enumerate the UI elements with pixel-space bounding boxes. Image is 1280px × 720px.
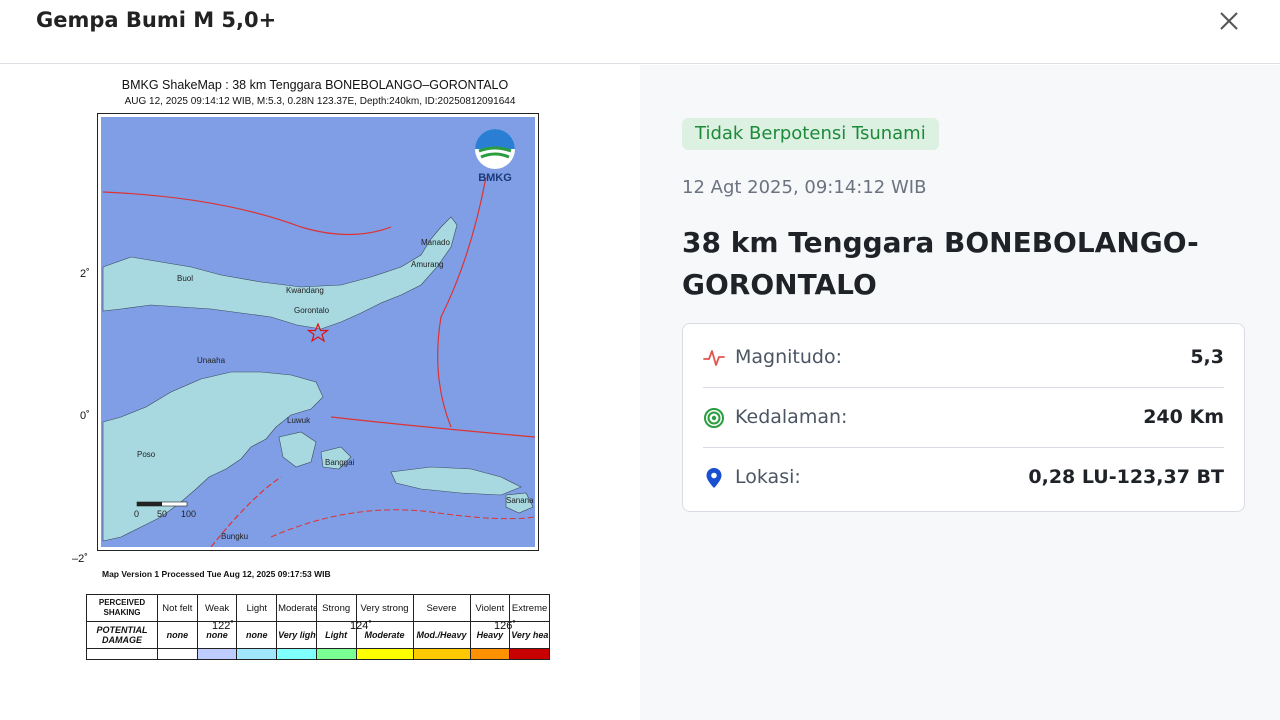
legend-shaking-cell: Not felt — [157, 594, 198, 622]
legend-damage-cell: Light — [315, 621, 357, 649]
location-label: Lokasi: — [735, 466, 801, 488]
place-label-bungku: Bungku — [221, 532, 248, 541]
legend-shaking-cell: Strong — [315, 594, 357, 622]
place-label-buol: Buol — [177, 274, 193, 283]
event-datetime: 12 Agt 2025, 09:14:12 WIB — [682, 177, 927, 198]
legend-color-swatch — [412, 648, 471, 660]
place-label-gorontalo: Gorontalo — [294, 306, 330, 315]
legend-damage-cell: Very light — [276, 621, 317, 649]
shakemap-image: Buol Kwandang Gorontalo Manado Amurang U… — [97, 113, 539, 551]
location-value: 0,28 LU-123,37 BT — [1028, 466, 1224, 488]
close-button[interactable] — [1214, 6, 1244, 36]
legend-color-swatch — [315, 648, 357, 660]
place-label-luwuk: Luwuk — [287, 416, 311, 425]
intensity-legend: PERCEIVED SHAKING Not felt Weak Light Mo… — [86, 594, 550, 660]
place-label-manado: Manado — [421, 238, 450, 247]
legend-color-row — [86, 648, 550, 660]
detail-row-magnitude: Magnitudo: 5,3 — [703, 327, 1224, 388]
place-label-unaaha: Unaaha — [197, 356, 226, 365]
shakemap-map: Buol Kwandang Gorontalo Manado Amurang U… — [101, 117, 535, 547]
modal-header: Gempa Bumi M 5,0+ — [0, 0, 1280, 64]
detail-row-location: Lokasi: 0,28 LU-123,37 BT — [703, 447, 1224, 507]
legend-damage-cell: Mod./Heavy — [412, 621, 471, 649]
legend-damage-cell: none — [196, 621, 238, 649]
legend-color-swatch — [196, 648, 238, 660]
legend-shaking-cell: Moderate — [276, 594, 317, 622]
legend-shaking-header: PERCEIVED SHAKING — [86, 594, 158, 622]
close-icon — [1220, 12, 1238, 30]
legend-damage-cell: Heavy — [469, 621, 511, 649]
legend-color-swatch — [157, 648, 198, 660]
legend-color-blank — [86, 648, 158, 660]
shakemap-title: BMKG ShakeMap : 38 km Tenggara BONEBOLAN… — [121, 78, 509, 92]
scale-label-0: 0 — [134, 509, 139, 519]
legend-color-swatch — [469, 648, 511, 660]
place-label-sanana: Sanana — [506, 496, 534, 505]
depth-label: Kedalaman: — [735, 406, 848, 428]
place-label-poso: Poso — [137, 450, 156, 459]
bmkg-logo: BMKG — [475, 129, 515, 184]
legend-shaking-cell: Violent — [469, 594, 511, 622]
place-label-amurang: Amurang — [411, 260, 443, 269]
scale-label-50: 50 — [157, 509, 167, 519]
bmkg-logo-text: BMKG — [478, 172, 512, 184]
legend-damage-cell: none — [236, 621, 278, 649]
legend-shaking-cell: Light — [236, 594, 278, 622]
legend-color-swatch — [276, 648, 317, 660]
legend-color-swatch — [355, 648, 414, 660]
legend-shaking-cell: Extreme — [509, 594, 550, 622]
magnitude-value: 5,3 — [1190, 346, 1224, 368]
magnitude-label: Magnitudo: — [735, 346, 842, 368]
details-card: Magnitudo: 5,3 Kedalaman: 240 Km Lokasi:… — [682, 323, 1245, 512]
lat-tick-0: 0˚ — [80, 410, 90, 422]
legend-shaking-row: PERCEIVED SHAKING Not felt Weak Light Mo… — [86, 594, 550, 622]
legend-color-swatch — [509, 648, 550, 660]
event-location-title: 38 km Tenggara BONEBOLANGO-GORONTALO — [682, 226, 1199, 301]
depth-value: 240 Km — [1143, 406, 1224, 428]
map-version: Map Version 1 Processed Tue Aug 12, 2025… — [102, 569, 331, 579]
target-icon — [704, 408, 724, 428]
lat-tick-2: 2˚ — [80, 268, 90, 280]
detail-row-depth: Kedalaman: 240 Km — [703, 387, 1224, 448]
legend-damage-cell: Moderate — [355, 621, 414, 649]
legend-damage-cell: none — [157, 621, 198, 649]
legend-shaking-cell: Weak — [196, 594, 238, 622]
modal-title: Gempa Bumi M 5,0+ — [36, 8, 277, 32]
legend-damage-row: POTENTIAL DAMAGE none none none Very lig… — [86, 621, 550, 649]
tsunami-status-badge: Tidak Berpotensi Tsunami — [682, 118, 939, 150]
place-label-banggai: Banggai — [325, 458, 355, 467]
map-pin-icon — [706, 468, 722, 488]
legend-damage-cell: Very heavy — [509, 621, 550, 649]
lat-tick-minus2: –2˚ — [72, 553, 88, 565]
legend-shaking-cell: Very strong — [355, 594, 414, 622]
legend-color-swatch — [236, 648, 278, 660]
scale-label-100: 100 — [181, 509, 196, 519]
legend-shaking-cell: Severe — [412, 594, 471, 622]
activity-icon — [703, 350, 725, 366]
shakemap-subtitle: AUG 12, 2025 09:14:12 WIB, M:5.3, 0.28N … — [124, 96, 516, 107]
place-label-kwandang: Kwandang — [286, 286, 324, 295]
legend-damage-header: POTENTIAL DAMAGE — [86, 621, 158, 649]
